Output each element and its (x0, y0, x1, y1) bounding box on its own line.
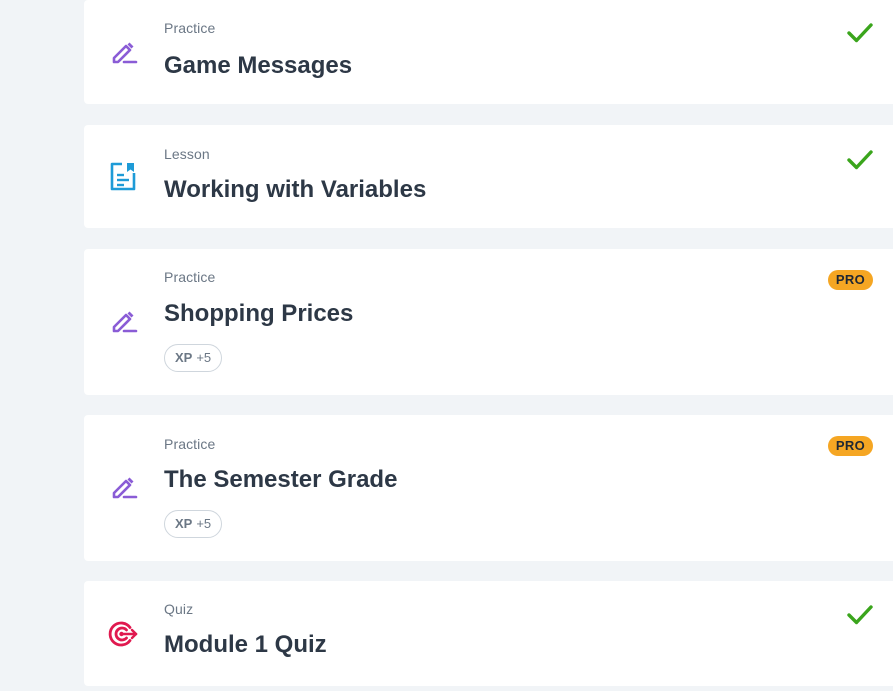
checkmark-icon (847, 22, 873, 44)
item-title[interactable]: Module 1 Quiz (164, 631, 327, 659)
item-type: Practice (164, 20, 216, 36)
xp-chip: XP +5 (164, 510, 223, 538)
list-item-working-with-variables[interactable]: Lesson Working with Variables (84, 125, 893, 228)
item-type: Lesson (164, 146, 210, 162)
item-type: Practice (164, 269, 216, 285)
item-type: Quiz (164, 601, 194, 617)
lesson-document-icon (108, 161, 138, 191)
xp-value: +5 (196, 516, 212, 531)
checkmark-icon (847, 149, 873, 171)
pencil-icon (108, 472, 138, 502)
xp-label: XP (175, 516, 193, 531)
item-title[interactable]: Shopping Prices (164, 300, 353, 328)
lesson-list: Practice Game Messages Lesson Working wi… (0, 0, 893, 691)
pencil-icon (108, 306, 138, 336)
pro-badge: PRO (827, 270, 873, 290)
item-type: Practice (164, 436, 216, 452)
list-item-module-1-quiz[interactable]: Quiz Module 1 Quiz (84, 581, 893, 686)
item-title[interactable]: Game Messages (164, 52, 352, 80)
list-item-shopping-prices[interactable]: Practice Shopping Prices PRO XP +5 (84, 249, 893, 395)
xp-label: XP (175, 350, 193, 365)
xp-chip: XP +5 (164, 344, 223, 372)
list-item-the-semester-grade[interactable]: Practice The Semester Grade PRO XP +5 (84, 415, 893, 561)
quiz-target-icon (108, 619, 138, 649)
item-title[interactable]: The Semester Grade (164, 466, 397, 494)
xp-value: +5 (196, 350, 212, 365)
checkmark-icon (847, 604, 873, 626)
list-item-game-messages[interactable]: Practice Game Messages (84, 0, 893, 104)
pencil-icon (108, 37, 138, 67)
item-title[interactable]: Working with Variables (164, 176, 426, 204)
pro-badge: PRO (827, 436, 873, 456)
